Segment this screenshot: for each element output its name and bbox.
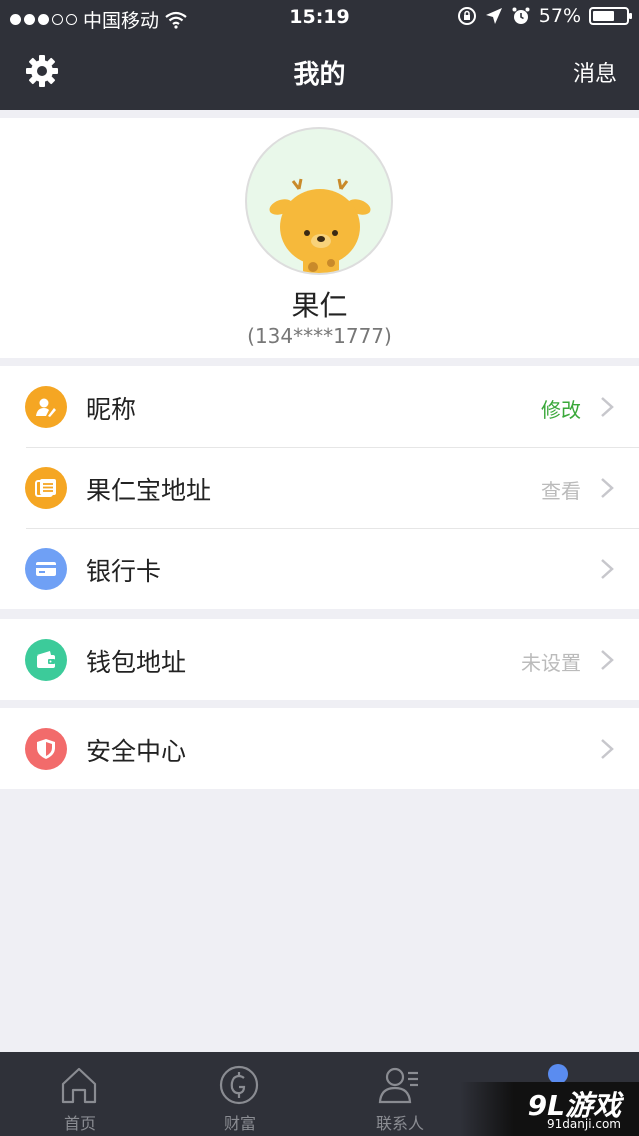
menu-row-wallet-address[interactable]: 钱包地址 未设置 [0,619,639,700]
profile-card: 果仁 (134****1777) [0,118,639,358]
page-title: 我的 [293,60,346,90]
menu-label: 钱包地址 [86,648,187,677]
watermark-site: 91danji.com [547,1117,621,1131]
menu-group-security: 安全中心 [0,708,639,789]
menu-label: 安全中心 [86,737,187,766]
battery-icon [589,7,632,25]
location-arrow-icon [485,8,502,24]
chevron-right-icon [601,559,614,579]
chevron-right-icon [601,739,614,759]
tab-contacts[interactable]: 联系人 [320,1052,480,1136]
top-bar: 中国移动 15:19 57% 我的 消息 [0,0,639,110]
messages-button[interactable]: 消息 [573,56,617,88]
menu-value: 未设置 [521,651,581,675]
alarm-icon [512,7,530,24]
pencil-user-icon [25,386,67,428]
tab-label: 首页 [63,1114,96,1133]
tab-wealth[interactable]: 财富 [160,1052,320,1136]
battery-percent: 57% [538,5,581,27]
chevron-right-icon [601,478,614,498]
shield-icon [25,728,67,770]
bank-card-icon [25,548,67,590]
chevron-right-icon [601,397,614,417]
menu-row-security-center[interactable]: 安全中心 [0,708,639,789]
menu-value: 查看 [541,479,581,503]
menu-label: 昵称 [86,395,137,424]
avatar[interactable] [245,127,393,275]
contacts-icon [378,1067,418,1104]
menu-label: 银行卡 [86,557,162,586]
profile-phone: (134****1777) [247,324,392,348]
nav-bar: 我的 消息 [0,36,639,110]
menu-value: 修改 [541,398,581,422]
deer-avatar-icon [269,178,371,273]
menu-group-wallet: 钱包地址 未设置 [0,619,639,700]
wallet-icon [25,639,67,681]
menu-row-bank-card[interactable]: 银行卡 [0,528,639,609]
home-icon [61,1067,97,1104]
tab-label: 财富 [223,1114,256,1133]
coin-icon [219,1065,259,1105]
menu-row-gopay-address[interactable]: 果仁宝地址 查看 [0,447,639,528]
status-bar: 中国移动 15:19 57% [0,0,639,36]
document-stack-icon [25,467,67,509]
tab-label: 联系人 [375,1114,424,1133]
status-right: 57% [457,5,632,27]
menu-group-account: 昵称 修改 果仁宝地址 查看 银行卡 [0,366,639,609]
menu-row-nickname[interactable]: 昵称 修改 [0,366,639,447]
rotation-lock-icon [457,7,476,25]
tab-home[interactable]: 首页 [0,1052,160,1136]
profile-icon [548,1064,568,1084]
profile-name: 果仁 [291,289,348,322]
menu-label: 果仁宝地址 [86,476,212,505]
chevron-right-icon [601,650,614,670]
